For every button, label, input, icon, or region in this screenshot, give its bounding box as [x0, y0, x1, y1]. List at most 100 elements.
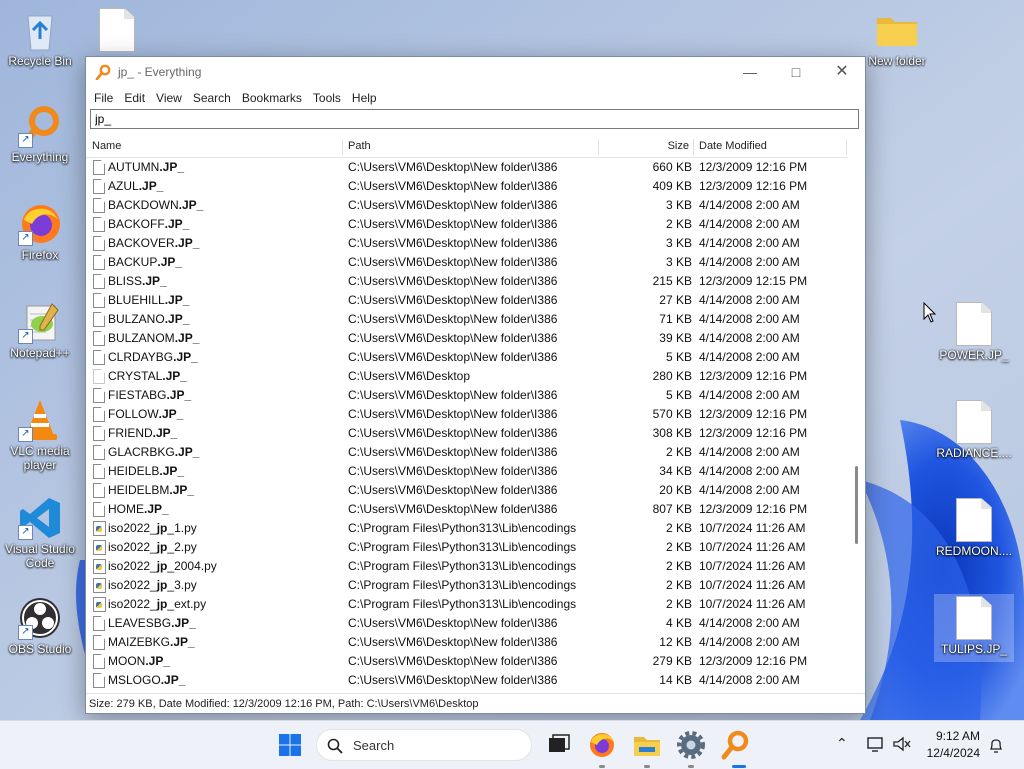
taskbar-everything[interactable] — [719, 729, 751, 761]
result-row[interactable]: LEAVESBG.JP_ C:\Users\VM6\Desktop\New fol… — [86, 614, 848, 633]
network-icon[interactable] — [866, 735, 886, 753]
menu-search[interactable]: Search — [188, 91, 236, 105]
taskbar-file-explorer[interactable] — [631, 729, 663, 761]
result-name: HOME.JP_ — [108, 500, 169, 519]
vertical-scrollbar[interactable] — [849, 136, 865, 690]
taskbar-search-box[interactable]: Search — [316, 729, 532, 761]
document-file-icon — [93, 217, 105, 232]
result-row[interactable]: BACKDOWN.JP_ C:\Users\VM6\Desktop\New fol… — [86, 196, 848, 215]
clock-date[interactable]: 12/4/2024 — [914, 746, 980, 760]
menu-help[interactable]: Help — [347, 91, 382, 105]
close-button[interactable]: ✕ — [819, 57, 865, 87]
name-match-highlight: .JP_ — [166, 388, 192, 402]
desktop-icon-radiance[interactable]: RADIANCE.... — [934, 400, 1014, 460]
desktop-icon-recycle-bin[interactable]: Recycle Bin — [0, 8, 80, 68]
name-part: HEIDELBM — [108, 483, 170, 497]
start-button[interactable] — [274, 729, 306, 761]
scrollbar-thumb[interactable] — [855, 466, 858, 544]
chevron-up-icon[interactable]: ⌃ — [836, 735, 848, 752]
taskbar-settings[interactable] — [675, 729, 707, 761]
column-divider[interactable] — [342, 139, 343, 155]
result-date: 4/14/2008 2:00 AM — [699, 388, 800, 402]
search-input[interactable] — [90, 109, 859, 129]
menu-bookmarks[interactable]: Bookmarks — [237, 91, 307, 105]
minimize-button[interactable]: — — [727, 57, 773, 87]
result-row[interactable]: iso2022_jp_2004.py C:\Program Files\Pytho… — [86, 557, 848, 576]
result-row[interactable]: BACKUP.JP_ C:\Users\VM6\Desktop\New folde… — [86, 253, 848, 272]
result-row[interactable]: iso2022_jp_2.py C:\Program Files\Python31… — [86, 538, 848, 557]
task-view-button[interactable] — [542, 729, 574, 761]
everything-window[interactable]: jp_ - Everything — □ ✕ File Edit View Se… — [85, 56, 866, 714]
volume-muted-icon[interactable] — [892, 735, 912, 753]
desktop-icon-new-folder[interactable]: New folder — [857, 8, 937, 68]
desktop-icon-everything[interactable]: ↗ Everything — [0, 104, 80, 164]
notification-bell-icon[interactable] — [988, 736, 1004, 754]
result-path: C:\Users\VM6\Desktop\New folder\I386 — [348, 236, 558, 250]
desktop-icon-notepadpp[interactable]: ↗ Notepad++ — [0, 300, 80, 360]
result-row[interactable]: AUTUMN.JP_ C:\Users\VM6\Desktop\New folde… — [86, 158, 848, 177]
result-row[interactable]: FIESTABG.JP_ C:\Users\VM6\Desktop\New fol… — [86, 386, 848, 405]
desktop-icon-obs[interactable]: ↗ OBS Studio — [0, 596, 80, 656]
name-part: FOLLOW — [108, 407, 159, 421]
result-path: C:\Program Files\Python313\Lib\encodings — [348, 559, 577, 573]
taskbar-firefox[interactable] — [586, 729, 618, 761]
result-row[interactable]: iso2022_jp_ext.py C:\Program Files\Python… — [86, 595, 848, 614]
result-date: 10/7/2024 11:26 AM — [699, 521, 806, 535]
desktop-icon-vscode[interactable]: ↗ Visual Studio Code — [0, 496, 80, 570]
result-row[interactable]: AZUL.JP_ C:\Users\VM6\Desktop\New folder\… — [86, 177, 848, 196]
result-row[interactable]: BLUEHILL.JP_ C:\Users\VM6\Desktop\New fol… — [86, 291, 848, 310]
name-part: BLUEHILL — [108, 293, 165, 307]
result-row[interactable]: HEIDELBM.JP_ C:\Users\VM6\Desktop\New fol… — [86, 481, 848, 500]
result-row[interactable]: BACKOVER.JP_ C:\Users\VM6\Desktop\New fol… — [86, 234, 848, 253]
column-size[interactable]: Size — [606, 136, 689, 157]
clock-time[interactable]: 9:12 AM — [914, 729, 980, 743]
column-name[interactable]: Name — [92, 136, 121, 157]
document-file-icon — [93, 198, 105, 213]
result-row[interactable]: HOME.JP_ C:\Users\VM6\Desktop\New folder\… — [86, 500, 848, 519]
result-row[interactable]: HEIDELB.JP_ C:\Users\VM6\Desktop\New fold… — [86, 462, 848, 481]
result-row[interactable]: MAIZEBKG.JP_ C:\Users\VM6\Desktop\New fol… — [86, 633, 848, 652]
result-row[interactable]: iso2022_jp_3.py C:\Program Files\Python31… — [86, 576, 848, 595]
menu-file[interactable]: File — [89, 91, 118, 105]
desktop-icon-firefox[interactable]: ↗ Firefox — [0, 202, 80, 262]
result-row[interactable]: BACKOFF.JP_ C:\Users\VM6\Desktop\New fold… — [86, 215, 848, 234]
result-row[interactable]: BLISS.JP_ C:\Users\VM6\Desktop\New folder… — [86, 272, 848, 291]
title-bar[interactable]: jp_ - Everything — □ ✕ — [86, 57, 865, 87]
desktop-icon-tulips[interactable]: TULIPS.JP_ — [934, 594, 1014, 662]
name-match-highlight: .JP_ — [158, 407, 184, 421]
result-row[interactable]: BULZANOM.JP_ C:\Users\VM6\Desktop\New fol… — [86, 329, 848, 348]
result-row[interactable]: GLACRBKG.JP_ C:\Users\VM6\Desktop\New fol… — [86, 443, 848, 462]
result-row[interactable]: MSLOGO.JP_ C:\Users\VM6\Desktop\New folde… — [86, 671, 848, 690]
result-row[interactable]: BULZANO.JP_ C:\Users\VM6\Desktop\New fold… — [86, 310, 848, 329]
result-row[interactable]: FOLLOW.JP_ C:\Users\VM6\Desktop\New folde… — [86, 405, 848, 424]
column-divider[interactable] — [598, 139, 599, 155]
python-file-icon — [93, 540, 106, 555]
result-size: 279 KB — [652, 654, 692, 668]
vlc-icon: ↗ — [18, 398, 62, 442]
menu-edit[interactable]: Edit — [119, 91, 150, 105]
result-date: 10/7/2024 11:26 AM — [699, 578, 806, 592]
desktop-icon-power[interactable]: POWER.JP_ — [934, 302, 1014, 362]
column-date-modified[interactable]: Date Modified — [699, 136, 767, 157]
desktop-icon-redmoon[interactable]: REDMOON.... — [934, 498, 1014, 558]
result-row[interactable]: CLRDAYBG.JP_ C:\Users\VM6\Desktop\New fol… — [86, 348, 848, 367]
desktop-icon-vlc[interactable]: ↗ VLC media player — [0, 398, 80, 472]
result-row[interactable]: CRYSTAL.JP_ C:\Users\VM6\Desktop 280 KB 12/… — [86, 367, 848, 386]
column-path[interactable]: Path — [348, 136, 371, 157]
name-part: MSLOGO — [108, 673, 161, 687]
desktop-icon-file[interactable] — [77, 8, 157, 52]
name-part: _ext.py — [167, 597, 207, 611]
column-divider[interactable] — [693, 139, 694, 155]
menu-tools[interactable]: Tools — [308, 91, 346, 105]
result-row[interactable]: MOON.JP_ C:\Users\VM6\Desktop\New folder\… — [86, 652, 848, 671]
result-row[interactable]: FRIEND.JP_ C:\Users\VM6\Desktop\New folde… — [86, 424, 848, 443]
result-size: 3 KB — [665, 255, 692, 269]
result-path: C:\Users\VM6\Desktop\New folder\I386 — [348, 483, 558, 497]
result-row[interactable]: iso2022_jp_1.py C:\Program Files\Python31… — [86, 519, 848, 538]
menu-view[interactable]: View — [151, 91, 187, 105]
name-match-highlight: .JP_ — [159, 160, 185, 174]
maximize-button[interactable]: □ — [773, 57, 819, 87]
column-divider[interactable] — [846, 139, 847, 155]
results-list[interactable]: AUTUMN.JP_ C:\Users\VM6\Desktop\New folde… — [86, 158, 848, 690]
result-path: C:\Users\VM6\Desktop\New folder\I386 — [348, 464, 558, 478]
